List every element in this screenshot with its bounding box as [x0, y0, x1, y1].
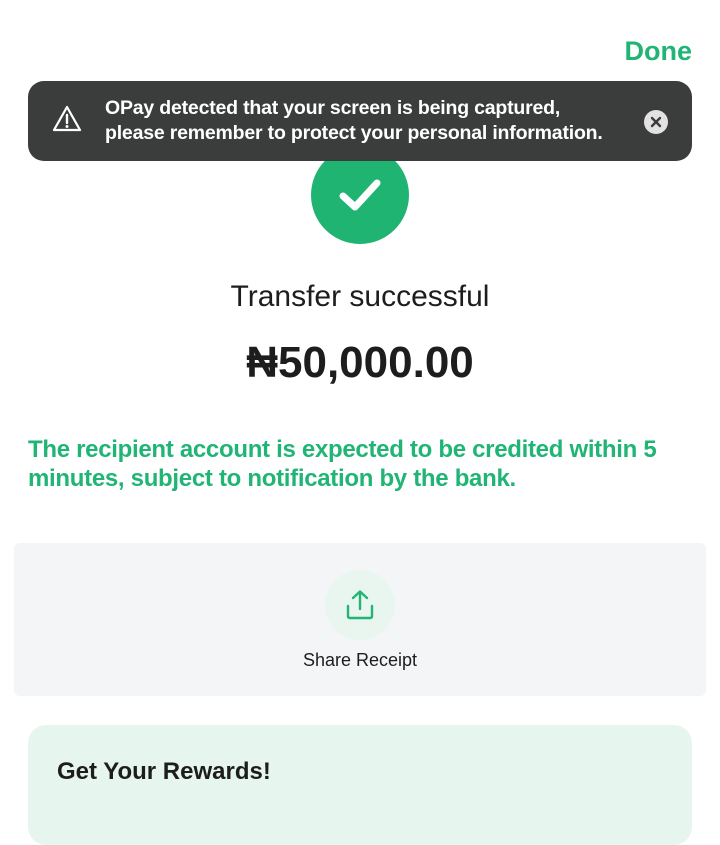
share-receipt-button[interactable]: [325, 570, 395, 640]
close-icon: [650, 116, 662, 128]
checkmark-icon: [339, 179, 381, 211]
rewards-card[interactable]: Get Your Rewards!: [28, 725, 692, 845]
transfer-amount: ₦50,000.00: [246, 338, 474, 387]
warning-triangle-icon: [52, 105, 82, 132]
screen-capture-toast: OPay detected that your screen is being …: [28, 81, 692, 161]
rewards-title: Get Your Rewards!: [57, 758, 271, 785]
done-button[interactable]: Done: [625, 36, 693, 67]
toast-message-line2: please remember to protect your personal…: [105, 122, 603, 144]
toast-message: OPay detected that your screen is being …: [105, 96, 635, 146]
credit-notice: The recipient account is expected to be …: [28, 436, 657, 492]
share-upload-icon: [346, 590, 374, 620]
share-receipt-label[interactable]: Share Receipt: [14, 650, 706, 671]
transfer-status-title: Transfer successful: [230, 280, 490, 313]
toast-message-line1: OPay detected that your screen is being …: [105, 97, 561, 119]
share-receipt-card: Share Receipt: [14, 543, 706, 696]
close-toast-button[interactable]: [644, 110, 668, 134]
